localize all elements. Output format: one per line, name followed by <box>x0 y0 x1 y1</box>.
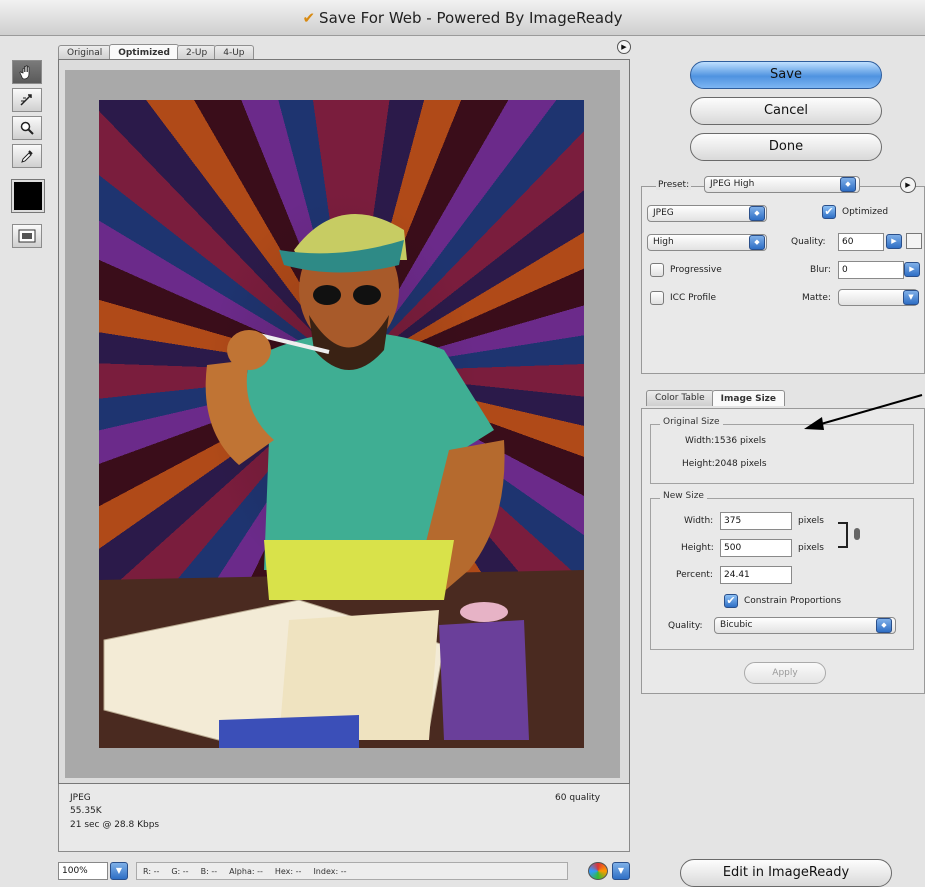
settings-menu-button[interactable]: ▶ <box>900 177 916 193</box>
original-size-title: Original Size <box>660 417 723 427</box>
progressive-label: Progressive <box>670 265 722 275</box>
new-height-label: Height: <box>681 543 714 553</box>
info-quality: 60 quality <box>555 793 601 803</box>
info-file-size: 55.35K <box>70 806 102 816</box>
save-button[interactable]: Save <box>690 61 882 89</box>
constrain-proportions-label: Constrain Proportions <box>744 596 842 606</box>
quality-slider-button[interactable]: ▶ <box>886 234 902 249</box>
menu-arrow-icon: ▶ <box>621 43 627 51</box>
percent-label: Percent: <box>676 570 713 580</box>
tab-original[interactable]: Original <box>58 45 112 60</box>
original-height: Height:2048 pixels <box>682 459 767 469</box>
view-tabs: Original Optimized 2-Up 4-Up <box>58 40 254 60</box>
format-dropdown-arrow[interactable]: ◆ <box>749 206 765 221</box>
readout-hex: Hex: -- <box>274 866 302 876</box>
slice-visibility-icon <box>18 229 36 243</box>
quality-label: Quality: <box>791 237 826 247</box>
eyedropper-tool-button[interactable] <box>12 144 42 168</box>
link-bracket <box>838 522 848 548</box>
height-unit: pixels <box>798 543 824 553</box>
optimized-label: Optimized <box>842 207 889 217</box>
icc-profile-checkbox[interactable] <box>650 291 664 305</box>
hand-icon <box>19 65 30 80</box>
color-readout: R: -- G: -- B: -- Alpha: -- Hex: -- Inde… <box>136 862 568 880</box>
chevron-down-icon: ▼ <box>115 866 123 875</box>
width-unit: pixels <box>798 516 824 526</box>
menu-arrow-icon: ▶ <box>905 181 911 189</box>
optimized-preview-image[interactable] <box>99 100 584 748</box>
matte-label: Matte: <box>802 293 831 303</box>
blur-slider-button[interactable]: ▶ <box>904 262 920 277</box>
progressive-checkbox[interactable] <box>650 263 664 277</box>
slice-select-icon <box>20 94 32 106</box>
window-title: Save For Web - Powered By ImageReady <box>319 9 623 27</box>
zoom-level-field[interactable]: 100% <box>58 862 108 880</box>
new-width-label: Width: <box>684 516 714 526</box>
matte-dropdown-arrow[interactable]: ▼ <box>903 290 919 305</box>
info-download-time: 21 sec @ 28.8 Kbps <box>70 820 160 830</box>
cancel-button[interactable]: Cancel <box>690 97 882 125</box>
tab-optimized[interactable]: Optimized <box>109 44 179 60</box>
title-bar: ✔ Save For Web - Powered By ImageReady <box>0 0 925 36</box>
preset-dropdown-arrow[interactable]: ◆ <box>840 177 856 192</box>
blur-label: Blur: <box>810 265 831 275</box>
apply-button[interactable]: Apply <box>744 662 826 684</box>
photo-illustration <box>99 214 584 748</box>
eyedropper-color-swatch[interactable] <box>11 179 45 213</box>
chain-link-icon <box>854 528 860 540</box>
readout-alpha: Alpha: -- <box>229 866 263 876</box>
chevron-down-icon: ▼ <box>617 866 625 875</box>
preview-in-browser-button[interactable] <box>588 862 608 880</box>
size-tabs: Color Table Image Size <box>646 390 786 406</box>
icc-profile-label: ICC Profile <box>670 293 717 303</box>
eyedropper-icon <box>21 150 33 163</box>
quality-channel-icon[interactable] <box>906 233 922 249</box>
tab-color-table[interactable]: Color Table <box>646 390 714 406</box>
preset-select[interactable]: JPEG High <box>704 176 860 193</box>
quality-field[interactable]: 60 <box>838 233 884 251</box>
percent-field[interactable]: 24.41 <box>720 566 792 584</box>
resample-quality-label: Quality: <box>668 621 703 631</box>
new-size-title: New Size <box>660 491 707 501</box>
resample-quality-value: Bicubic <box>720 620 753 630</box>
zoom-dropdown-button[interactable]: ▼ <box>110 862 128 880</box>
constrain-proportions-checkbox[interactable]: ✔ <box>724 594 738 608</box>
done-button[interactable]: Done <box>690 133 882 161</box>
hand-tool-button[interactable] <box>12 60 42 84</box>
info-format: JPEG <box>70 793 91 803</box>
resample-quality-dropdown-arrow[interactable]: ◆ <box>876 618 892 633</box>
app-check-icon: ✔ <box>302 9 316 27</box>
tab-image-size[interactable]: Image Size <box>711 390 786 406</box>
tab-4-up[interactable]: 4-Up <box>214 45 254 60</box>
quality-level-value: High <box>653 237 674 247</box>
annotation-arrow <box>804 394 923 430</box>
edit-in-imageready-button[interactable]: Edit in ImageReady <box>680 859 892 887</box>
resample-quality-select[interactable]: Bicubic <box>714 617 896 634</box>
optimization-info <box>58 784 630 852</box>
view-menu-button[interactable]: ▶ <box>617 40 631 54</box>
slice-select-tool-button[interactable] <box>12 88 42 112</box>
original-width: Width:1536 pixels <box>685 436 766 446</box>
zoom-tool-button[interactable] <box>12 116 42 140</box>
quality-level-dropdown-arrow[interactable]: ◆ <box>749 235 765 250</box>
readout-r: R: -- <box>143 866 160 876</box>
browser-dropdown-button[interactable]: ▼ <box>612 862 630 880</box>
blur-field[interactable]: 0 <box>838 261 904 279</box>
readout-index: Index: -- <box>313 866 347 876</box>
optimized-checkbox[interactable]: ✔ <box>822 205 836 219</box>
preset-label: Preset: <box>656 180 692 190</box>
readout-g: G: -- <box>171 866 189 876</box>
slice-visibility-toggle[interactable] <box>12 224 42 248</box>
format-value: JPEG <box>653 208 674 218</box>
tab-2-up[interactable]: 2-Up <box>176 45 217 60</box>
zoom-icon <box>20 121 34 135</box>
new-height-field[interactable]: 500 <box>720 539 792 557</box>
preset-value: JPEG High <box>710 179 755 189</box>
new-width-field[interactable]: 375 <box>720 512 792 530</box>
readout-b: B: -- <box>200 866 218 876</box>
